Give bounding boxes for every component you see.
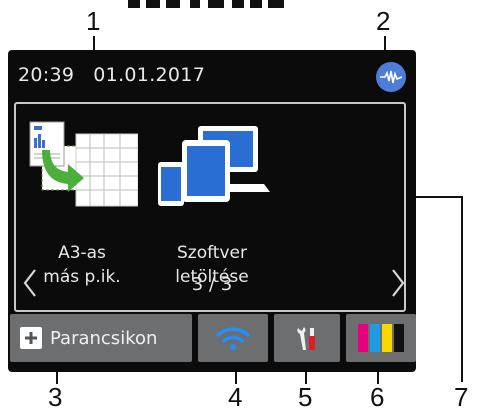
software-download-icon: [158, 124, 270, 219]
settings-button[interactable]: [274, 314, 340, 362]
heading-fragment: [100, 0, 330, 10]
wifi-icon: [216, 327, 250, 350]
settings-tools-icon: [297, 327, 315, 350]
status-time: 20:39: [18, 64, 75, 86]
status-datetime: 20:39 01.01.2017: [18, 64, 205, 86]
callout-2: 2: [376, 6, 391, 36]
plus-icon: [20, 327, 42, 349]
app-a3-copy-label-1: A3-as: [58, 243, 106, 263]
callout-5: 5: [298, 382, 313, 412]
touchscreen-display: 20:39 01.01.2017 A3-as más p.ik. Szoftve…: [8, 50, 416, 372]
ink-black: [394, 324, 404, 352]
callout-3: 3: [48, 382, 63, 412]
app-software-download-label-1: Szoftver: [177, 243, 247, 263]
shortcuts-label: Parancsikon: [50, 327, 158, 349]
callout-1: 1: [86, 6, 101, 36]
wireless-signal-icon[interactable]: [376, 62, 406, 92]
a3-copy-icon: [28, 120, 139, 215]
ink-status-button[interactable]: [346, 314, 416, 362]
ink-magenta: [358, 324, 368, 352]
callout-6: 6: [370, 382, 385, 412]
leader-line-7v: [461, 196, 463, 382]
wifi-button[interactable]: [198, 314, 268, 362]
shortcuts-button[interactable]: Parancsikon: [10, 314, 192, 362]
callout-4: 4: [228, 382, 243, 412]
page-indicator: 3 / 3: [191, 274, 233, 295]
ink-cartridges-icon: [358, 324, 404, 352]
ink-cyan: [370, 324, 380, 352]
status-date: 01.01.2017: [93, 64, 206, 86]
callout-7: 7: [454, 382, 469, 412]
ink-yellow: [382, 324, 392, 352]
leader-line-7h: [410, 196, 462, 198]
next-page-button[interactable]: [390, 268, 406, 302]
